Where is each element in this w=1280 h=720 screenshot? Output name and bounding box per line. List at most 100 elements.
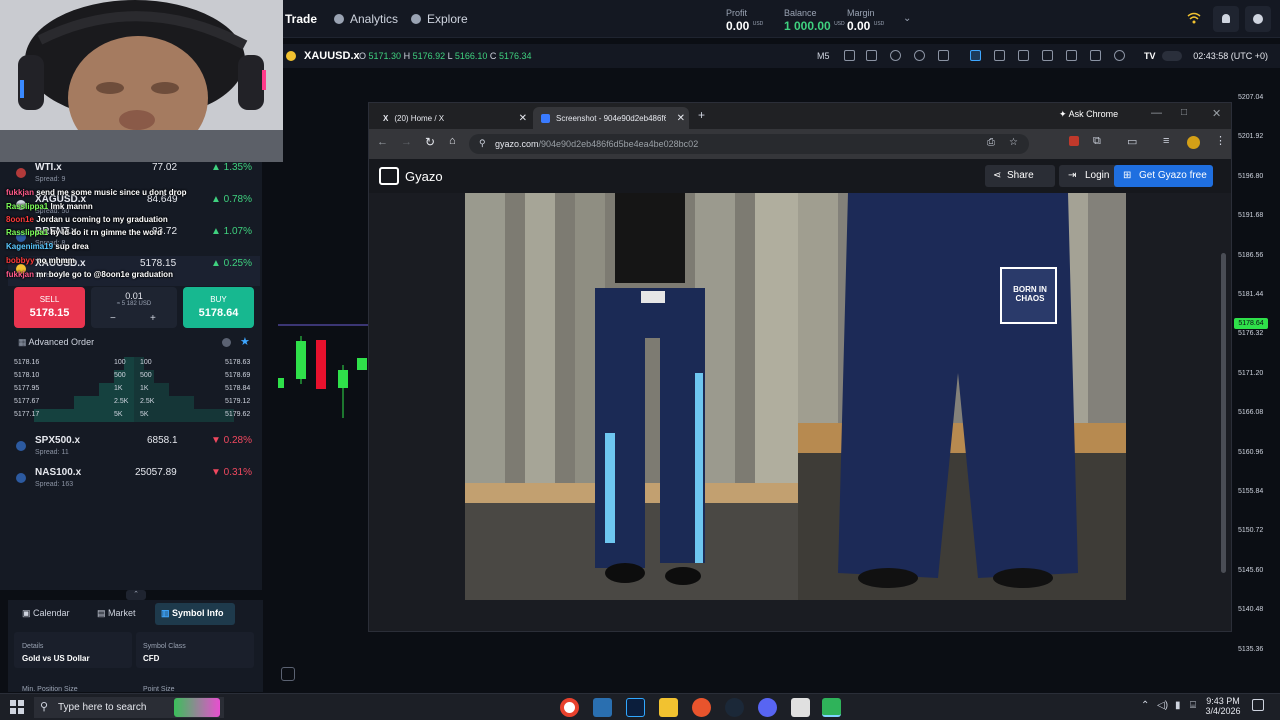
advanced-order-label: Advanced Order xyxy=(28,337,95,347)
chat-username: Kagenima19 xyxy=(6,242,54,251)
more-menu-icon[interactable]: ⋮ xyxy=(1215,134,1226,147)
quantity-value[interactable]: 0.01 xyxy=(91,291,177,301)
ask-chrome-button[interactable]: ✦ Ask Chrome xyxy=(1059,109,1118,120)
instrument-spread: Spread: 163 xyxy=(35,481,74,488)
tab-market[interactable]: ▤ Market xyxy=(97,608,136,624)
gyazo-logo-text[interactable]: Gyazo xyxy=(405,169,443,184)
reading-list-icon[interactable]: ≡ xyxy=(1163,135,1169,147)
maximize-button[interactable]: □ xyxy=(1181,107,1187,118)
crosshair-icon[interactable] xyxy=(970,50,981,61)
profit-unit: USD xyxy=(752,21,764,27)
settings-gear-icon[interactable] xyxy=(1114,50,1125,61)
zoom-out-icon[interactable] xyxy=(890,50,901,61)
fullscreen-icon[interactable] xyxy=(866,50,877,61)
quantity-stepper[interactable]: 0.01 ≈ 5 182 USD − + xyxy=(91,287,177,328)
browser-tab-x[interactable]: X (20) Home / X ✕ xyxy=(375,107,531,129)
order-book-row[interactable]: 5177.17 5K 5K 5179.62 xyxy=(14,409,254,422)
fit-icon[interactable] xyxy=(938,50,949,61)
price-tick-label: 5145.60 xyxy=(1238,566,1264,574)
advanced-order-toggle[interactable]: ▦ Advanced Order xyxy=(18,337,94,348)
install-app-icon[interactable]: ⎙ xyxy=(987,137,995,148)
nav-explore[interactable]: Explore xyxy=(411,9,468,29)
get-gyazo-free-button[interactable]: ⊞ Get Gyazo free xyxy=(1114,165,1213,187)
taskbar-clock[interactable]: 9:43 PM 3/4/2026 xyxy=(1205,696,1241,716)
tab-search-icon[interactable]: ▭ xyxy=(1127,135,1137,148)
watchlist-row[interactable]: NAS100.x Spread: 163 25057.89 ▼ 0.31% xyxy=(8,465,260,497)
notification-center-icon[interactable] xyxy=(1252,699,1264,711)
bookmark-star-icon[interactable]: ☆ xyxy=(1009,137,1018,148)
app-window-icon[interactable] xyxy=(791,698,810,717)
profile-avatar[interactable] xyxy=(1187,136,1200,149)
reset-chart-button[interactable] xyxy=(281,667,295,681)
pattern-icon[interactable] xyxy=(1042,50,1053,61)
viewer-scrollbar[interactable] xyxy=(1221,253,1226,573)
nav-trade[interactable]: Trade xyxy=(285,9,317,29)
chart-type-icon[interactable] xyxy=(844,50,855,61)
chat-username: Rasslippa1 xyxy=(6,202,49,211)
vscode-app-icon[interactable] xyxy=(593,698,612,717)
zoom-in-icon[interactable] xyxy=(914,50,925,61)
windows-start-icon[interactable] xyxy=(10,700,24,714)
tab-symbol-info[interactable]: ▥ Symbol Info xyxy=(155,603,235,625)
pen-icon[interactable] xyxy=(1018,50,1029,61)
high-value: 5176.92 xyxy=(412,51,446,61)
tab-calendar[interactable]: ▣ Calendar xyxy=(22,608,70,624)
order-book-row[interactable]: 5177.67 2.5K 2.5K 5179.12 xyxy=(14,396,254,409)
increase-button[interactable]: + xyxy=(150,313,156,324)
url-field[interactable]: ⚲ gyazo.com/904e90d2eb486f6d5be4ea4be028… xyxy=(469,134,1029,154)
favorite-star-icon[interactable]: ★ xyxy=(240,335,250,348)
steam-app-icon[interactable] xyxy=(725,698,744,717)
back-arrow-icon[interactable]: ← xyxy=(377,136,388,148)
layers-icon[interactable] xyxy=(1090,50,1101,61)
network-icon[interactable]: ⌸ xyxy=(1190,700,1196,711)
indicator-fx-icon[interactable] xyxy=(1066,50,1077,61)
notifications-button[interactable] xyxy=(1213,6,1239,32)
active-app-icon[interactable] xyxy=(822,698,841,717)
site-info-icon[interactable]: ⚲ xyxy=(479,138,486,149)
extensions-puzzle-icon[interactable]: ⧉ xyxy=(1093,135,1101,148)
chat-message: Kagenima19 sup drea xyxy=(6,242,89,251)
order-book-ask: 5179.62 xyxy=(225,411,251,418)
home-icon[interactable]: ⌂ xyxy=(449,135,456,147)
horizontal-line-icon[interactable] xyxy=(994,50,1005,61)
order-book-row[interactable]: 5177.95 1K 1K 5178.84 xyxy=(14,383,254,396)
discord-app-icon[interactable] xyxy=(758,698,777,717)
watchlist-row[interactable]: SPX500.x Spread: 11 6858.1 ▼ 0.28% xyxy=(8,433,260,465)
chrome-app-icon[interactable] xyxy=(560,698,579,717)
file-explorer-icon[interactable] xyxy=(659,698,678,717)
stats-dropdown-icon[interactable]: ⌄ xyxy=(903,13,911,24)
sparkle-icon: ✦ xyxy=(1059,109,1067,119)
microphone-icon[interactable]: ▮ xyxy=(1175,700,1181,711)
close-tab-icon[interactable]: ✕ xyxy=(519,113,527,124)
photoshop-app-icon[interactable] xyxy=(626,698,645,717)
toggle-switch[interactable] xyxy=(1162,51,1182,61)
url-text[interactable]: gyazo.com/904e90d2eb486f6d5be4ea4be028bc… xyxy=(495,139,698,149)
minimize-button[interactable]: — xyxy=(1151,107,1162,119)
info-icon[interactable] xyxy=(222,338,231,347)
sell-button[interactable]: SELL 5178.15 xyxy=(14,287,85,328)
taskbar-search[interactable]: ⚲ Type here to search xyxy=(34,697,224,718)
close-window-button[interactable]: ✕ xyxy=(1212,107,1221,120)
browser-tab-gyazo[interactable]: Screenshot - 904e90d2eb486f6 ✕ xyxy=(533,107,689,129)
close-tab-icon[interactable]: ✕ xyxy=(677,113,685,124)
account-button[interactable] xyxy=(1245,6,1271,32)
decrease-button[interactable]: − xyxy=(110,313,116,324)
buy-button[interactable]: BUY 5178.64 xyxy=(183,287,254,328)
forward-arrow-icon[interactable]: → xyxy=(401,136,412,148)
instrument-change: ▼ 0.31% xyxy=(210,467,252,478)
new-tab-button[interactable]: + xyxy=(698,108,705,122)
nav-analytics[interactable]: Analytics xyxy=(334,9,398,29)
tray-chevron-icon[interactable]: ⌃ xyxy=(1141,700,1149,711)
timeframe-selector[interactable]: M5 xyxy=(817,51,830,61)
order-book-row[interactable]: 5178.10 500 500 5178.69 xyxy=(14,370,254,383)
extension-red-icon[interactable] xyxy=(1069,136,1079,146)
firefox-app-icon[interactable] xyxy=(692,698,711,717)
photo-left-art xyxy=(465,193,798,600)
volume-icon[interactable]: ◁) xyxy=(1157,700,1168,711)
symbol-name[interactable]: XAUUSD.x xyxy=(304,50,360,62)
share-button[interactable]: ⋖ Share xyxy=(985,165,1055,187)
panel-resize-handle[interactable]: ⌃ xyxy=(126,590,146,600)
search-highlight-art xyxy=(174,698,220,717)
order-book-row[interactable]: 5178.16 100 100 5178.63 xyxy=(14,357,254,370)
reload-icon[interactable]: ↻ xyxy=(425,135,435,149)
